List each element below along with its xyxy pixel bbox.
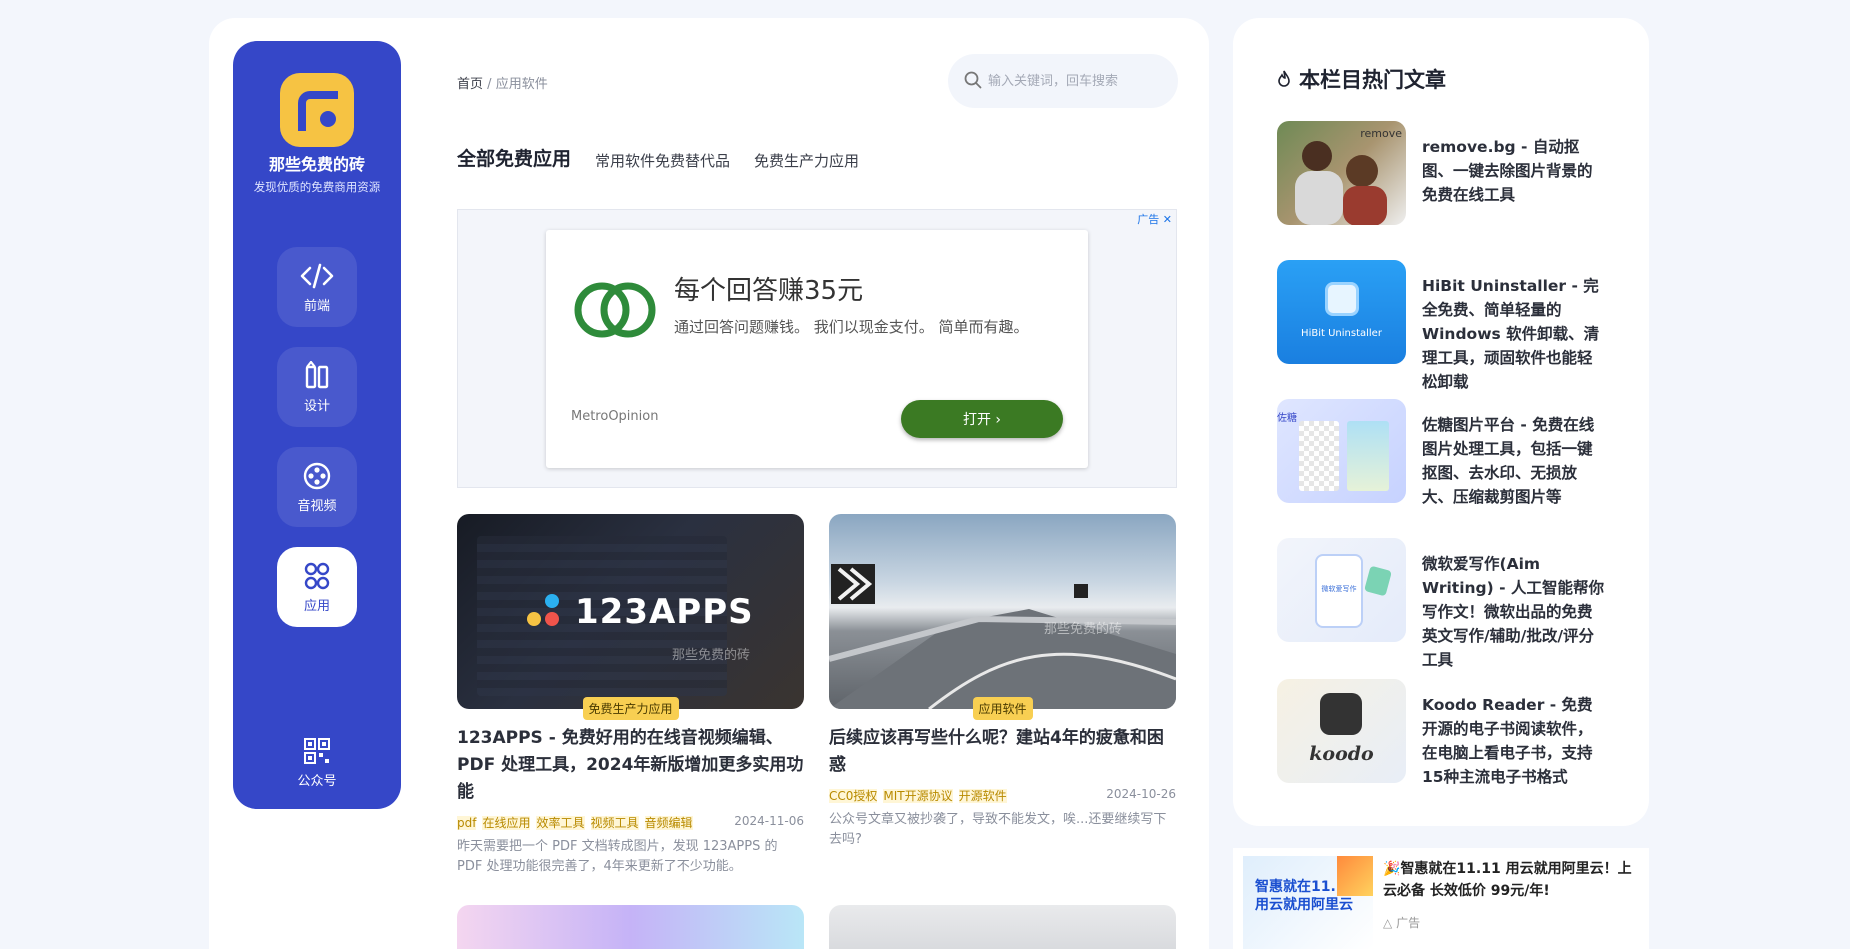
hot-article-title[interactable]: Koodo Reader - 免费开源的电子书阅读软件，在电脑上看电子书，支持1… [1422, 693, 1607, 789]
site-subtitle: 发现优质的免费商用资源 [253, 180, 381, 194]
tag[interactable]: 开源软件 [958, 789, 1007, 803]
thumbnail-text: HiBit Uninstaller [1301, 328, 1382, 339]
sidebar-ad-thumbnail[interactable]: 智惠就在11.11 用云就用阿里云 [1243, 856, 1373, 949]
tag[interactable]: CC0授权 [829, 789, 878, 803]
search-box [948, 54, 1178, 108]
qr-code-icon [304, 738, 330, 764]
hot-article[interactable]: koodo Koodo Reader - 免费开源的电子书阅读软件，在电脑上看电… [1277, 679, 1607, 786]
party-popper-icon: 🎉 [1383, 861, 1401, 877]
hot-article-title[interactable]: 佐糖图片平台 - 免费在线图片处理工具，包括一键抠图、去水印、无损放大、压缩裁剪… [1422, 413, 1607, 509]
hot-article-thumbnail[interactable]: 微软爱写作 [1277, 538, 1406, 642]
qr-label: 公众号 [297, 774, 337, 789]
post-excerpt: 昨天需要把一个 PDF 文档转成图片，发现 123APPS 的 PDF 处理功能… [457, 839, 778, 874]
post-title[interactable]: 123APPS - 免费好用的在线音视频编辑、PDF 处理工具，2024年新版增… [457, 725, 804, 806]
ad-card[interactable]: 每个回答赚35元 通过回答问题赚钱。 我们以现金支付。 简单而有趣。 Metro… [546, 230, 1088, 468]
watermark: 那些免费的砖 [1044, 622, 1123, 637]
post-tags: CC0授权 MIT开源协议 开源软件 [829, 787, 1013, 804]
post-card[interactable]: 123APPS 那些免费的砖 免费生产力应用 123APPS - 免费好用的在线… [457, 514, 804, 877]
post-category-badge[interactable]: 免费生产力应用 [582, 697, 679, 720]
nav-item-label: 设计 [303, 399, 330, 414]
thumbnail-brand-text: 123APPS [575, 592, 754, 632]
post-thumbnail-partial[interactable] [457, 905, 804, 949]
nav-item-audio-video[interactable]: 音视频 [277, 447, 357, 527]
hot-article[interactable]: HiBit Uninstaller HiBit Uninstaller - 完全… [1277, 260, 1607, 391]
hot-article-thumbnail[interactable]: HiBit Uninstaller [1277, 260, 1406, 364]
breadcrumb-current: 应用软件 [495, 77, 548, 92]
tag[interactable]: 视频工具 [590, 816, 639, 830]
metroopinion-logo-icon [574, 282, 656, 338]
nav-item-frontend[interactable]: 前端 [277, 247, 357, 327]
thumbnail-text: koodo [1309, 743, 1374, 765]
koodo-logo-icon [1320, 693, 1362, 735]
site-logo[interactable] [280, 73, 354, 147]
hot-article[interactable]: 佐糖 佐糖图片平台 - 免费在线图片处理工具，包括一键抠图、去水印、无损放大、压… [1277, 399, 1607, 506]
nav-item-apps[interactable]: 应用 [277, 547, 357, 627]
ad-title: 每个回答赚35元 [674, 276, 864, 306]
tab-all-free-apps[interactable]: 全部免费应用 [457, 144, 571, 173]
tab-software-alternatives[interactable]: 常用软件免费替代品 [595, 150, 730, 171]
post-date: 2024-10-26 [1106, 787, 1176, 801]
nav-item-label: 应用 [303, 599, 330, 614]
nav-item-label: 前端 [303, 299, 330, 314]
sidebar-title: 本栏目热门文章 [1277, 64, 1446, 94]
nav-item-label: 音视频 [297, 499, 337, 514]
side-navigation: 那些免费的砖 发现优质的免费商用资源 前端 设计 音视频 应用 公众号 [233, 41, 401, 809]
thumbnail-text: 佐糖 [1277, 413, 1297, 424]
breadcrumb-separator: / [487, 77, 492, 92]
design-icon [305, 361, 329, 389]
hot-article[interactable]: 微软爱写作 微软爱写作(Aim Writing) - 人工智能帮你写作文！微软出… [1277, 538, 1607, 669]
hot-article[interactable]: remove remove.bg - 自动抠图、一键去除图片背景的免费在线工具 [1277, 121, 1607, 226]
road-image [829, 564, 1176, 709]
ad-open-button[interactable]: 打开 › [901, 400, 1063, 438]
post-thumbnail[interactable]: 123APPS 那些免费的砖 [457, 514, 804, 709]
nav-item-design[interactable]: 设计 [277, 347, 357, 427]
search-input[interactable] [988, 54, 1168, 108]
tag[interactable]: MIT开源协议 [883, 789, 953, 803]
hibit-logo-icon [1325, 282, 1359, 316]
hot-article-title[interactable]: 微软爱写作(Aim Writing) - 人工智能帮你写作文！微软出品的免费英文… [1422, 552, 1607, 672]
hot-article-title[interactable]: HiBit Uninstaller - 完全免费、简单轻量的 Windows 软… [1422, 274, 1607, 394]
hot-article-title[interactable]: remove.bg - 自动抠图、一键去除图片背景的免费在线工具 [1422, 135, 1607, 207]
post-category-badge[interactable]: 应用软件 [972, 697, 1033, 720]
breadcrumb: 首页 / 应用软件 [457, 73, 548, 92]
site-name[interactable]: 那些免费的砖 [233, 151, 401, 175]
thumbnail-text: 微软爱写作 [1321, 585, 1357, 593]
breadcrumb-home[interactable]: 首页 [457, 77, 483, 92]
tag[interactable]: 音频编辑 [644, 816, 693, 830]
code-icon [300, 263, 334, 289]
search-icon [964, 71, 982, 89]
post-excerpt: 公众号文章又被抄袭了，导致不能发文，唉...还要继续写下去吗? [829, 812, 1167, 847]
wechat-qr-link[interactable]: 公众号 [233, 738, 401, 789]
ad-brand: MetroOpinion [571, 409, 659, 424]
tab-productivity-apps[interactable]: 免费生产力应用 [754, 150, 859, 171]
post-date: 2024-11-06 [734, 814, 804, 828]
apps-grid-icon [304, 562, 330, 590]
tag[interactable]: 效率工具 [536, 816, 585, 830]
chevron-right-icon: › [995, 412, 1002, 428]
post-thumbnail[interactable]: 那些免费的砖 [829, 514, 1176, 709]
ad-description: 通过回答问题赚钱。 我们以现金支付。 简单而有趣。 [674, 318, 1029, 336]
post-tags: pdf 在线应用 效率工具 视频工具 音频编辑 [457, 814, 699, 831]
watermark: 那些免费的砖 [672, 648, 751, 663]
fire-icon [1278, 70, 1290, 87]
ad-triangle-icon: △ [1383, 916, 1393, 930]
post-title[interactable]: 后续应该再写些什么呢？建站4年的疲惫和困惑 [829, 725, 1176, 779]
post-thumbnail-partial[interactable] [829, 905, 1176, 949]
sidebar-ad-title[interactable]: 🎉智惠就在11.11 用云就用阿里云！上云必备 长效低价 99元/年! [1383, 858, 1643, 902]
tag[interactable]: 在线应用 [482, 816, 531, 830]
hot-article-thumbnail[interactable]: 佐糖 [1277, 399, 1406, 503]
category-tabs: 全部免费应用 常用软件免费替代品 免费生产力应用 [457, 144, 883, 173]
post-card[interactable]: 那些免费的砖 应用软件 后续应该再写些什么呢？建站4年的疲惫和困惑 CC0授权 M… [829, 514, 1176, 850]
ad-banner: 广告 ✕ 每个回答赚35元 通过回答问题赚钱。 我们以现金支付。 简单而有趣。 … [457, 209, 1177, 488]
tag[interactable]: pdf [457, 816, 477, 830]
sidebar-ad-label: △ 广告 [1383, 916, 1421, 930]
ad-marker[interactable]: 广告 ✕ [1137, 211, 1172, 227]
sidebar-ad[interactable]: 智惠就在11.11 用云就用阿里云 🎉智惠就在11.11 用云就用阿里云！上云必… [1233, 848, 1649, 949]
hot-article-thumbnail[interactable]: koodo [1277, 679, 1406, 783]
hot-article-thumbnail[interactable]: remove [1277, 121, 1406, 225]
film-reel-icon [303, 462, 331, 490]
